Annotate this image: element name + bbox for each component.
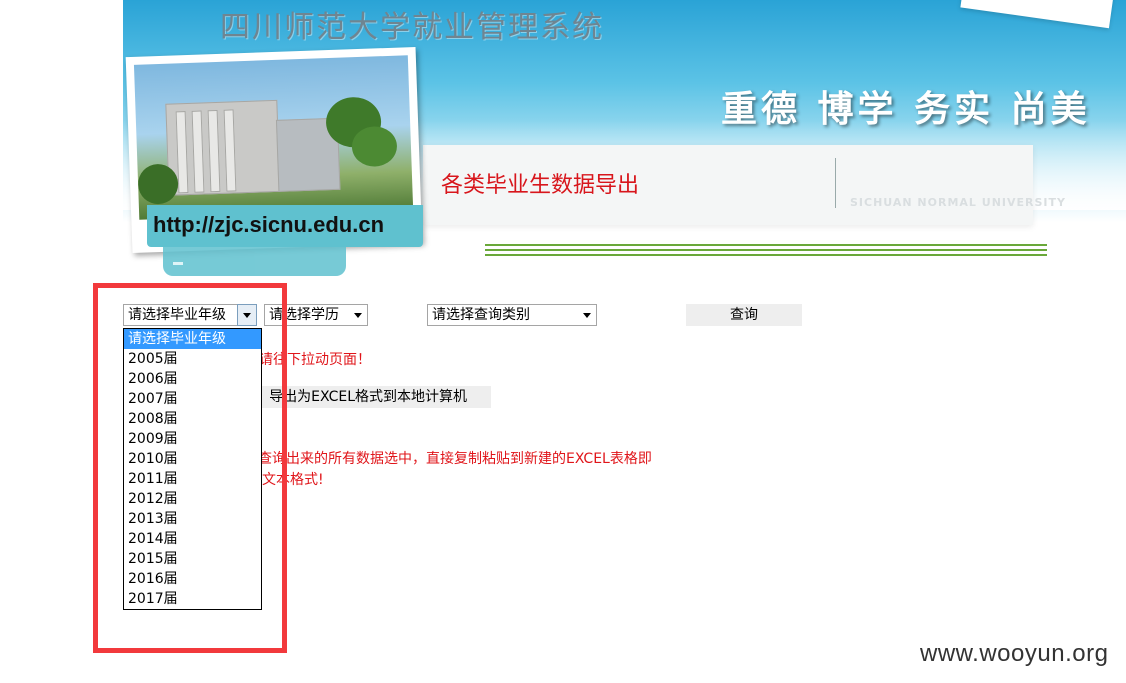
chevron-down-icon[interactable] <box>578 305 596 325</box>
chevron-down-icon[interactable] <box>349 305 367 325</box>
system-title: 四川师范大学就业管理系统 <box>220 10 604 45</box>
university-english-name: SICHUAN NORMAL UNIVERSITY <box>850 196 1066 209</box>
highlight-annotation-box <box>93 283 287 653</box>
green-divider-lines <box>485 244 1047 260</box>
campus-photo <box>133 55 414 220</box>
university-motto: 重德 博学 务实 尚美 <box>721 88 1091 130</box>
query-type-select-value: 请选择查询类别 <box>432 307 530 323</box>
query-button[interactable]: 查询 <box>686 304 802 326</box>
banner-paper-decoration <box>960 0 1116 29</box>
page-subtitle: 各类毕业生数据导出 <box>441 173 640 198</box>
header-banner: 四川师范大学就业管理系统 重德 博学 务实 尚美 各类毕业生数据导出 SICHU… <box>123 0 1126 278</box>
banner-tab <box>163 246 346 276</box>
copy-hint-line1: 查询出来的所有数据选中，直接复制粘贴到新建的EXCEL表格即 <box>258 451 652 467</box>
banner-divider <box>835 158 836 208</box>
watermark: www.wooyun.org <box>920 640 1109 667</box>
site-url: http://zjc.sicnu.edu.cn <box>153 212 385 237</box>
query-type-select[interactable]: 请选择查询类别 <box>427 304 597 326</box>
